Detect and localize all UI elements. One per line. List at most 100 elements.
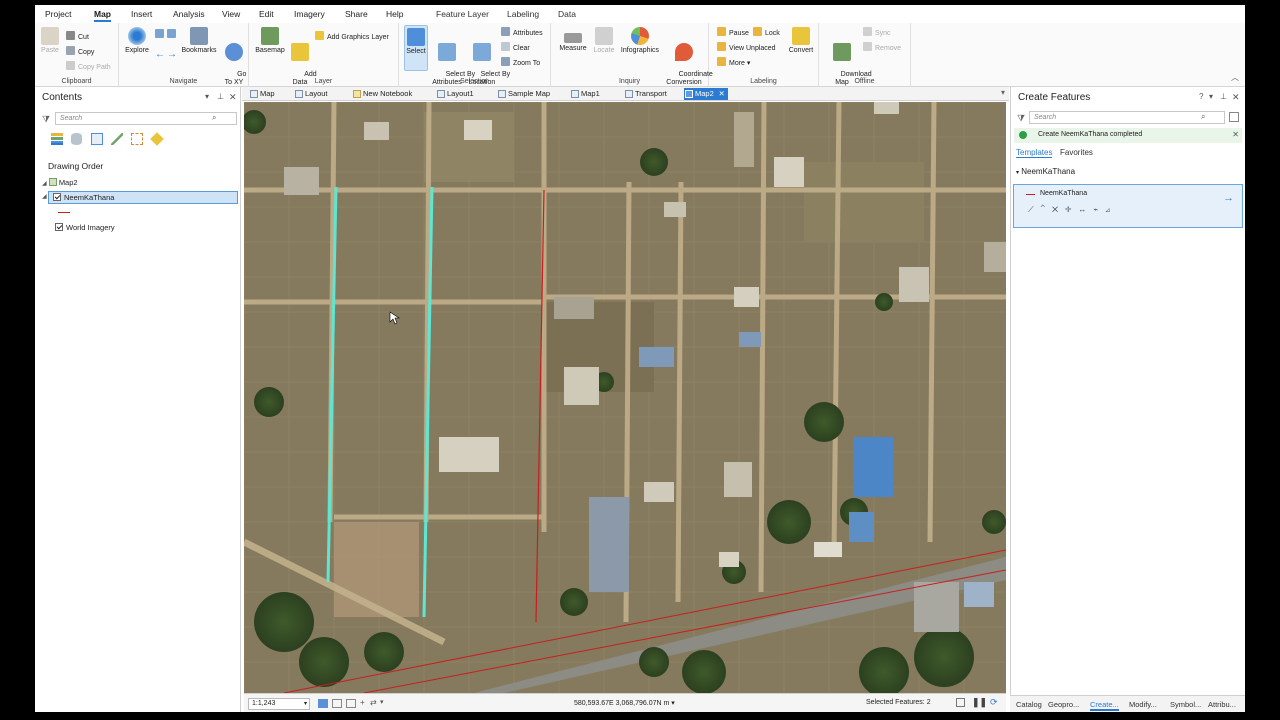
tab-labeling[interactable]: Labeling	[507, 9, 539, 19]
tree-layer-world-imagery[interactable]: World Imagery	[55, 223, 115, 232]
select-button[interactable]: Select	[404, 25, 428, 71]
template-group-header[interactable]: ▾ NeemKaThana	[1016, 167, 1075, 176]
attributes-button[interactable]: Attributes	[501, 27, 543, 38]
layer-visibility-checkbox[interactable]	[55, 223, 63, 231]
table-icon[interactable]	[956, 698, 965, 707]
help-icon[interactable]: ?	[1199, 92, 1203, 101]
view-tab-layout1[interactable]: Layout1	[436, 88, 474, 100]
map-canvas[interactable]	[244, 102, 1006, 693]
tab-map[interactable]: Map	[94, 9, 111, 22]
crosshair-icon[interactable]: +	[360, 698, 365, 707]
tree-layer-neemkathana[interactable]: ◢ NeemKaThana	[42, 191, 238, 204]
search-icon[interactable]: ⌕	[212, 113, 216, 123]
pause-labeling-button[interactable]: Pause	[717, 27, 749, 38]
pane-tab-catalog[interactable]: Catalog	[1016, 700, 1042, 709]
filter-icon[interactable]: ⧩	[1017, 113, 1025, 124]
close-icon[interactable]: ✕	[1232, 92, 1240, 103]
navigator-icon[interactable]: ⇄	[370, 698, 377, 707]
measure-button[interactable]: Measure	[557, 27, 589, 53]
refresh-icon[interactable]: ⟳	[990, 697, 998, 708]
view-tab-layout[interactable]: Layout	[294, 88, 328, 100]
selection-icon[interactable]	[91, 133, 103, 145]
freehand-tool-icon[interactable]: ⌁	[1093, 205, 1105, 214]
basemap-button[interactable]: Basemap	[255, 27, 285, 55]
scale-selector[interactable]: 1:1,243 ▾	[248, 698, 310, 710]
view-tab-sample-map[interactable]: Sample Map	[497, 88, 550, 100]
tab-edit[interactable]: Edit	[259, 9, 274, 19]
labeling-icon[interactable]	[150, 132, 164, 146]
map-view[interactable]	[244, 102, 1006, 693]
tab-analysis[interactable]: Analysis	[173, 9, 205, 19]
previous-extent-button[interactable]: ← →	[155, 49, 177, 60]
pane-menu-icon[interactable]: ▾	[1209, 92, 1213, 101]
tab-favorites[interactable]: Favorites	[1060, 148, 1093, 157]
cut-button[interactable]: Cut	[66, 31, 89, 42]
map-view-icon[interactable]	[318, 699, 328, 708]
lock-labeling-button[interactable]: Lock	[753, 27, 780, 38]
view-tab-map1[interactable]: Map1	[570, 88, 600, 100]
right-angle-tool-icon[interactable]: ✕	[1052, 205, 1065, 214]
collapse-icon[interactable]: ◢	[42, 192, 47, 203]
template-item[interactable]: NeemKaThana → ⟋⌃✕✢↔⌁◿	[1013, 184, 1243, 228]
view-tab-map[interactable]: Map	[249, 88, 275, 100]
close-icon[interactable]: ✕	[1232, 130, 1239, 139]
search-icon[interactable]: ⌕	[1201, 112, 1205, 122]
bookmarks-button[interactable]: Bookmarks	[181, 27, 217, 55]
filter-icon[interactable]: ⧩	[42, 114, 50, 125]
pane-tab-modify-features[interactable]: Modify...	[1129, 700, 1157, 709]
drawing-order-icon[interactable]	[51, 133, 63, 145]
explore-button[interactable]: Explore	[123, 27, 151, 55]
view-tab-transport[interactable]: Transport	[624, 88, 667, 100]
tab-help[interactable]: Help	[386, 9, 403, 19]
tab-templates[interactable]: Templates	[1016, 148, 1053, 158]
editing-icon[interactable]	[111, 133, 123, 145]
pane-tab-create-features[interactable]: Create...	[1090, 700, 1119, 711]
pin-icon[interactable]: ⊥	[1220, 92, 1227, 101]
paste-button[interactable]: Paste	[39, 27, 61, 55]
midpoint-tool-icon[interactable]: ✢	[1065, 205, 1078, 214]
add-graphics-layer-button[interactable]: Add Graphics Layer	[315, 31, 389, 42]
rectangle-tool-icon[interactable]: ⌃	[1041, 205, 1052, 214]
tab-project[interactable]: Project	[45, 9, 71, 19]
view-tab-map2[interactable]: Map2 ✕	[684, 88, 728, 100]
view-unplaced-button[interactable]: View Unplaced	[717, 42, 776, 53]
copy-path-button[interactable]: Copy Path	[66, 61, 111, 72]
arrow-right-icon[interactable]: →	[1223, 192, 1234, 204]
grid-icon[interactable]	[332, 699, 342, 708]
pane-tab-geoprocessing[interactable]: Geopro...	[1048, 700, 1079, 709]
line-tool-icon[interactable]: ⟋	[1028, 205, 1041, 214]
tab-share[interactable]: Share	[345, 9, 368, 19]
pin-icon[interactable]: ⊥	[217, 92, 224, 101]
clear-selection-button[interactable]: Clear	[501, 42, 530, 53]
contents-search-input[interactable]: Search	[55, 112, 237, 125]
tree-map2[interactable]: ◢ Map2	[42, 178, 78, 187]
pane-tab-symbology[interactable]: Symbol...	[1170, 700, 1201, 709]
snapping-status-icon[interactable]	[346, 699, 356, 708]
selected-features-count[interactable]: Selected Features: 2	[866, 699, 931, 706]
tab-feature-layer[interactable]: Feature Layer	[436, 9, 489, 19]
data-source-icon[interactable]	[71, 133, 82, 145]
close-tab-icon[interactable]: ✕	[718, 88, 724, 100]
close-icon[interactable]: ✕	[229, 92, 237, 103]
pane-tab-attributes[interactable]: Attribu...	[1208, 700, 1236, 709]
expand-icon[interactable]: ◢	[42, 181, 47, 187]
distance-tool-icon[interactable]: ↔	[1078, 205, 1093, 214]
tab-data[interactable]: Data	[558, 9, 576, 19]
sync-button[interactable]: Sync	[863, 27, 891, 38]
copy-button[interactable]: Copy	[66, 46, 94, 57]
templates-search-input[interactable]: Search	[1029, 111, 1225, 124]
tab-insert[interactable]: Insert	[131, 9, 152, 19]
snapping-icon[interactable]	[131, 133, 143, 145]
layer-visibility-checkbox[interactable]	[53, 193, 61, 201]
tab-view[interactable]: View	[222, 9, 240, 19]
more-labeling-button[interactable]: More ▾	[717, 57, 750, 68]
tabs-dropdown-icon[interactable]: ▾	[1001, 88, 1005, 97]
zoom-to-selection-button[interactable]: Zoom To	[501, 57, 540, 68]
locate-button[interactable]: Locate	[591, 27, 617, 55]
collapse-ribbon-icon[interactable]: ︿	[1231, 72, 1239, 83]
tab-imagery[interactable]: Imagery	[294, 9, 325, 19]
remove-button[interactable]: Remove	[863, 42, 901, 53]
pane-menu-icon[interactable]: ▾	[205, 92, 209, 101]
convert-button[interactable]: Convert	[787, 27, 815, 55]
pause-icon[interactable]: ❚❚	[972, 697, 987, 708]
